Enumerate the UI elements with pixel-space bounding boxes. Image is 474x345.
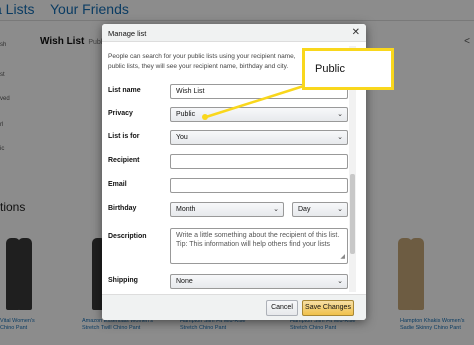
list-for-label: List is for — [108, 133, 140, 140]
cancel-button[interactable]: Cancel — [266, 300, 298, 316]
dialog-intro-text: People can search for your public lists … — [108, 53, 296, 70]
chevron-down-icon: ⌄ — [337, 278, 343, 285]
privacy-select[interactable]: Public ⌄ — [170, 107, 348, 122]
description-label: Description — [108, 233, 147, 240]
shipping-value: None — [176, 278, 193, 285]
birthday-day-select[interactable]: Day ⌄ — [292, 202, 348, 217]
dialog-title: Manage list — [108, 29, 147, 38]
shipping-select[interactable]: None ⌄ — [170, 274, 348, 289]
chevron-down-icon: ⌄ — [273, 206, 279, 213]
chevron-down-icon: ⌄ — [337, 206, 343, 213]
birthday-month-value: Month — [176, 206, 196, 213]
list-name-label: List name — [108, 87, 141, 94]
save-changes-button[interactable]: Save Changes — [302, 300, 354, 316]
privacy-value: Public — [176, 111, 196, 118]
email-input[interactable] — [170, 178, 348, 193]
callout-box: Public — [302, 48, 394, 90]
recipient-input[interactable] — [170, 154, 348, 169]
callout-label: Public — [315, 63, 345, 75]
resize-grip-icon[interactable]: ◢ — [340, 253, 345, 262]
scrollbar-thumb[interactable] — [350, 174, 355, 254]
recipient-label: Recipient — [108, 157, 140, 164]
description-textarea[interactable]: Write a little something about the recip… — [170, 228, 348, 264]
privacy-label: Privacy — [108, 110, 133, 117]
list-for-select[interactable]: You ⌄ — [170, 130, 348, 145]
birthday-label: Birthday — [108, 205, 137, 212]
chevron-down-icon: ⌄ — [337, 134, 343, 141]
email-label: Email — [108, 181, 127, 188]
dialog-footer: Cancel Save Changes — [102, 294, 366, 320]
birthday-month-select[interactable]: Month ⌄ — [170, 202, 284, 217]
list-for-value: You — [176, 134, 188, 141]
shipping-label: Shipping — [108, 277, 138, 284]
description-placeholder: Write a little something about the recip… — [176, 232, 340, 248]
birthday-day-value: Day — [298, 206, 311, 213]
chevron-down-icon: ⌄ — [337, 111, 343, 118]
close-icon[interactable]: ✕ — [352, 27, 360, 38]
dialog-header: Manage list ✕ — [102, 24, 366, 42]
